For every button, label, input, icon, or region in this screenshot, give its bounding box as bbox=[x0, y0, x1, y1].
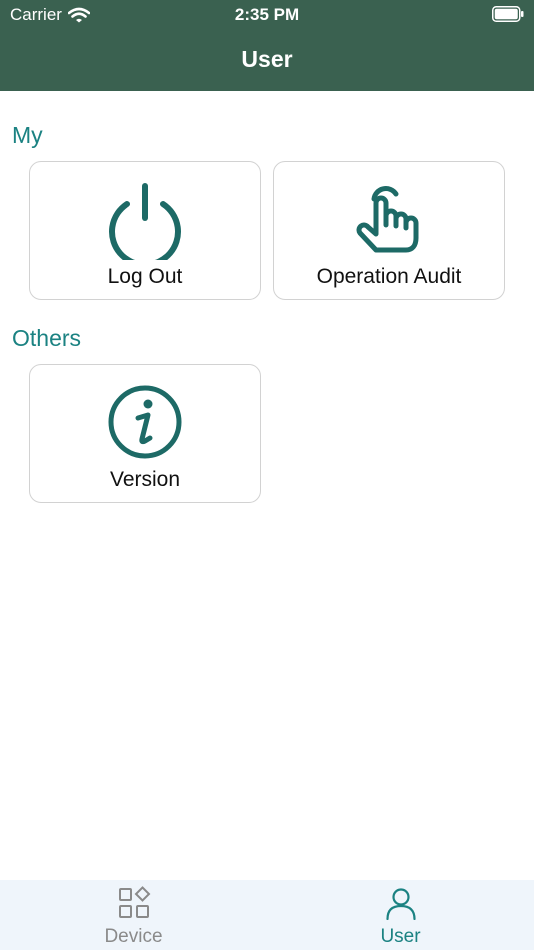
version-button[interactable]: Version bbox=[29, 364, 261, 503]
log-out-button[interactable]: Log Out bbox=[29, 161, 261, 300]
log-out-label: Log Out bbox=[107, 265, 183, 288]
section-title-others: Others bbox=[12, 325, 82, 351]
tab-bar: Device User bbox=[0, 880, 534, 950]
tab-device[interactable]: Device bbox=[0, 880, 267, 950]
status-time: 2:35 PM bbox=[234, 5, 300, 24]
power-icon bbox=[109, 183, 181, 260]
operation-audit-label: Operation Audit bbox=[316, 265, 462, 288]
device-grid-icon bbox=[118, 886, 150, 918]
battery-icon bbox=[492, 6, 524, 22]
user-icon bbox=[385, 888, 416, 920]
info-icon bbox=[108, 385, 182, 459]
tap-hand-icon bbox=[356, 186, 419, 253]
page-title: User bbox=[241, 46, 293, 72]
tab-device-label: Device bbox=[104, 926, 163, 947]
version-label: Version bbox=[109, 468, 181, 491]
operation-audit-button[interactable]: Operation Audit bbox=[273, 161, 505, 300]
header-bar: Carrier 2:35 PM User bbox=[0, 0, 534, 91]
status-bar: Carrier 2:35 PM bbox=[0, 0, 534, 30]
section-title-my: My bbox=[12, 122, 43, 148]
tab-user-label: User bbox=[380, 926, 421, 947]
tab-user[interactable]: User bbox=[267, 880, 534, 950]
